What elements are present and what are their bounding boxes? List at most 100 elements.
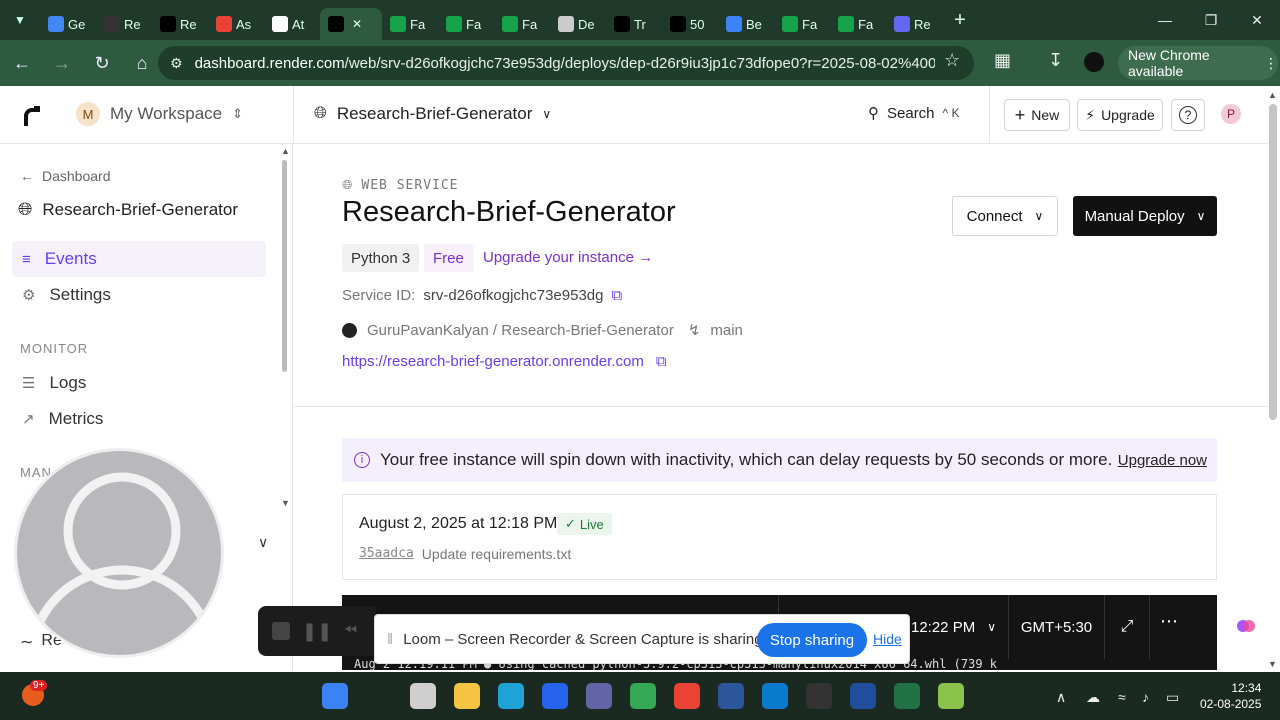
volume-icon[interactable]: ♪	[1142, 689, 1149, 705]
workspace-switcher[interactable]: M My Workspace ⇕	[76, 102, 243, 126]
rewind-icon[interactable]: ⏪︎	[344, 622, 357, 640]
expand-icon[interactable]: ⤢	[1104, 595, 1150, 659]
more-options-icon[interactable]: ⋯	[1160, 611, 1178, 632]
profile-icon[interactable]	[1084, 52, 1104, 72]
back-icon[interactable]: ←	[4, 45, 40, 81]
browser-tab[interactable]: At	[264, 8, 320, 40]
service-selector[interactable]: 🌐︎ Research-Brief-Generator ∨	[314, 104, 551, 124]
service-url-link[interactable]: https://research-brief-generator.onrende…	[342, 353, 644, 370]
new-button[interactable]: + New	[1004, 99, 1070, 131]
system-clock[interactable]: 12:34 02-08-2025	[1200, 680, 1261, 712]
browser-tab[interactable]: As	[208, 8, 264, 40]
main-content: 🌐︎ WEB SERVICE Research-Brief-Generator …	[294, 144, 1268, 670]
sidebar-item-settings[interactable]: ⚙︎ Settings	[12, 277, 266, 313]
browser-tab[interactable]: Tr	[606, 8, 662, 40]
browser-tab[interactable]: Re	[886, 8, 942, 40]
sidebar-item-events[interactable]: ≡ Events	[12, 241, 266, 277]
scroll-down-icon[interactable]: ▼	[1268, 659, 1277, 669]
commit-hash-link[interactable]: 35aadca	[359, 546, 414, 562]
webcam-bubble[interactable]	[14, 448, 224, 658]
reload-icon[interactable]: ↻	[84, 45, 120, 81]
browser-tab[interactable]: Fa	[494, 8, 550, 40]
paint-icon[interactable]	[938, 683, 964, 709]
scroll-up-icon[interactable]: ▲	[281, 146, 290, 156]
deploy-event-card[interactable]: August 2, 2025 at 12:18 PM ✓ Live 35aadc…	[342, 494, 1217, 580]
copy-icon[interactable]: ⧉	[656, 353, 667, 370]
help-button[interactable]: ?	[1171, 99, 1205, 131]
restore-icon[interactable]: ❐	[1188, 0, 1234, 40]
powershell-icon[interactable]	[850, 683, 876, 709]
upgrade-now-link[interactable]: Upgrade now	[1118, 452, 1207, 469]
user-avatar[interactable]: P	[1221, 104, 1241, 124]
url-text[interactable]: dashboard.render.com/web/srv-d26ofkogjch…	[195, 55, 935, 72]
scroll-down-icon[interactable]: ▼	[281, 498, 290, 508]
browser-tab[interactable]: De	[550, 8, 606, 40]
browser-tab[interactable]: Re	[96, 8, 152, 40]
home-icon[interactable]: ⌂	[124, 45, 160, 81]
sidebar-item-metrics[interactable]: ↗ Metrics	[12, 401, 266, 437]
connect-button[interactable]: Connect ∨	[952, 196, 1058, 236]
bookmark-star-icon[interactable]: ☆	[944, 50, 960, 71]
chevron-down-icon[interactable]: ∨	[258, 534, 268, 551]
cloud-icon[interactable]: ☁	[1086, 689, 1100, 706]
chrome-profile-icon[interactable]	[674, 683, 700, 709]
site-info-icon[interactable]: ⚙	[170, 55, 183, 72]
logs-icon: ☰	[22, 375, 36, 392]
stop-recording-icon[interactable]	[272, 622, 290, 640]
repo-link[interactable]: GuruPavanKalyan / Research-Brief-Generat…	[367, 322, 674, 339]
browser-tab[interactable]: Be	[718, 8, 774, 40]
stop-sharing-button[interactable]: Stop sharing	[757, 623, 867, 657]
browser-tab[interactable]: Re	[152, 8, 208, 40]
back-to-dashboard-link[interactable]: ← Dashboard	[20, 168, 111, 184]
search-button[interactable]: ⚲ Search ^ K	[868, 104, 960, 123]
store-icon[interactable]	[542, 683, 568, 709]
browser-tab[interactable]: ✕	[320, 8, 382, 40]
forward-icon[interactable]: →	[44, 45, 80, 81]
start-icon[interactable]	[322, 683, 348, 709]
manual-deploy-button[interactable]: Manual Deploy ∨	[1073, 196, 1217, 236]
battery-icon[interactable]: ▭	[1166, 689, 1179, 706]
browser-tab[interactable]: Fa	[382, 8, 438, 40]
file-explorer-icon[interactable]	[454, 683, 480, 709]
wifi-icon[interactable]: ≈	[1118, 689, 1126, 705]
search-icon[interactable]	[366, 683, 392, 709]
word-icon[interactable]	[718, 683, 744, 709]
excel-icon[interactable]	[894, 683, 920, 709]
drag-handle-icon[interactable]: ‖	[387, 631, 393, 648]
vscode-icon[interactable]	[762, 683, 788, 709]
tray-chevron-icon[interactable]: ∧	[1056, 689, 1066, 706]
scroll-up-icon[interactable]: ▲	[1268, 90, 1277, 100]
new-chrome-available-button[interactable]: New Chrome available ⋮	[1118, 46, 1278, 80]
browser-tab[interactable]: Ge	[40, 8, 96, 40]
close-window-icon[interactable]: ✕	[1234, 0, 1280, 40]
extensions-icon[interactable]: ▦	[994, 50, 1011, 71]
downloads-icon[interactable]: ↧	[1048, 50, 1063, 71]
timezone-select[interactable]: GMT+5:30	[1008, 595, 1104, 659]
terminal-icon[interactable]	[806, 683, 832, 709]
hide-link[interactable]: Hide	[873, 631, 902, 647]
task-view-icon[interactable]	[410, 683, 436, 709]
browser-tab[interactable]: Fa	[830, 8, 886, 40]
browser-tab[interactable]: 50	[662, 8, 718, 40]
close-tab-icon[interactable]: ✕	[352, 17, 362, 31]
commit-row: 35aadca Update requirements.txt	[359, 546, 571, 562]
page-scrollbar[interactable]	[1269, 104, 1277, 420]
new-tab-button[interactable]: +	[942, 9, 978, 32]
upgrade-button[interactable]: ⚡︎ Upgrade	[1077, 99, 1163, 131]
chrome-icon[interactable]	[630, 683, 656, 709]
minimize-icon[interactable]: —	[1142, 0, 1188, 40]
brain-extension-icon[interactable]	[1236, 616, 1256, 636]
browser-tab[interactable]: Fa	[774, 8, 830, 40]
sidebar-item-logs[interactable]: ☰ Logs	[12, 365, 266, 401]
pause-icon[interactable]: ❚❚	[302, 621, 332, 642]
render-logo-icon[interactable]	[20, 104, 44, 128]
teams-icon[interactable]	[586, 683, 612, 709]
address-bar[interactable]: ⚙ dashboard.render.com/web/srv-d26ofkogj…	[158, 46, 974, 80]
copy-icon[interactable]: ⧉	[611, 287, 622, 304]
sidebar-scrollbar[interactable]	[282, 160, 287, 372]
edge-icon[interactable]	[498, 683, 524, 709]
tab-search-icon[interactable]: ▼	[0, 0, 40, 40]
browser-tab[interactable]: Fa	[438, 8, 494, 40]
free-instance-banner: i Your free instance will spin down with…	[342, 438, 1217, 482]
upgrade-instance-link[interactable]: Upgrade your instance →	[483, 249, 653, 266]
